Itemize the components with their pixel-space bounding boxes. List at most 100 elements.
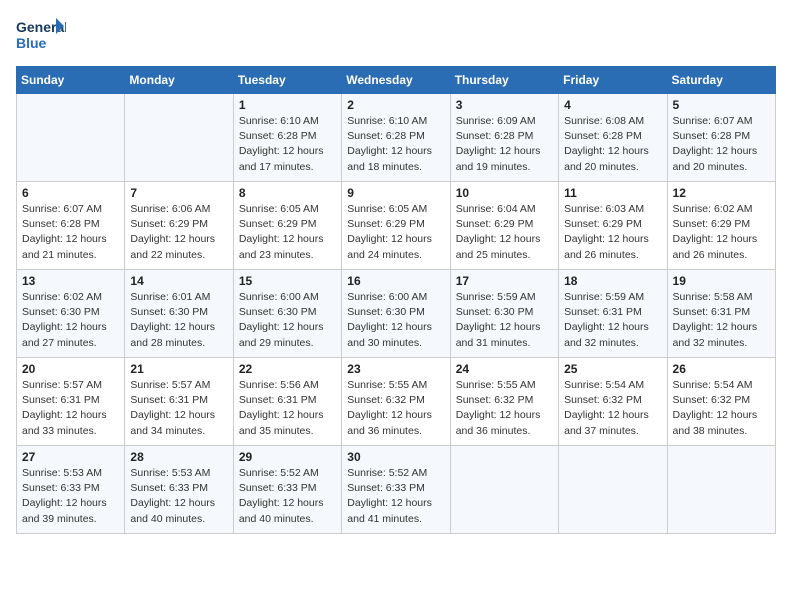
day-number: 1 (239, 98, 336, 112)
day-number: 3 (456, 98, 553, 112)
day-info: Sunrise: 5:53 AMSunset: 6:33 PMDaylight:… (130, 466, 227, 527)
calendar-table: SundayMondayTuesdayWednesdayThursdayFrid… (16, 66, 776, 534)
day-info: Sunrise: 5:59 AMSunset: 6:30 PMDaylight:… (456, 290, 553, 351)
day-info: Sunrise: 5:55 AMSunset: 6:32 PMDaylight:… (456, 378, 553, 439)
day-info: Sunrise: 6:00 AMSunset: 6:30 PMDaylight:… (239, 290, 336, 351)
day-info: Sunrise: 6:02 AMSunset: 6:29 PMDaylight:… (673, 202, 770, 263)
day-number: 16 (347, 274, 444, 288)
day-info: Sunrise: 5:52 AMSunset: 6:33 PMDaylight:… (239, 466, 336, 527)
calendar-cell: 27Sunrise: 5:53 AMSunset: 6:33 PMDayligh… (17, 446, 125, 534)
calendar-cell: 13Sunrise: 6:02 AMSunset: 6:30 PMDayligh… (17, 270, 125, 358)
day-info: Sunrise: 6:07 AMSunset: 6:28 PMDaylight:… (22, 202, 119, 263)
day-number: 24 (456, 362, 553, 376)
day-number: 22 (239, 362, 336, 376)
calendar-cell: 25 Sunrise: 5:54 AMSunset: 6:32 PMDayligh… (559, 358, 667, 446)
day-number: 23 (347, 362, 444, 376)
day-info: Sunrise: 5:54 AMSunset: 6:32 PMDaylight:… (564, 378, 661, 439)
day-number: 19 (673, 274, 770, 288)
calendar-day-header: Monday (125, 67, 233, 94)
calendar-cell: 22 Sunrise: 5:56 AMSunset: 6:31 PMDayligh… (233, 358, 341, 446)
calendar-cell: 9Sunrise: 6:05 AMSunset: 6:29 PMDaylight… (342, 182, 450, 270)
day-info: Sunrise: 6:07 AMSunset: 6:28 PMDaylight:… (673, 114, 770, 175)
day-info: Sunrise: 6:05 AMSunset: 6:29 PMDaylight:… (239, 202, 336, 263)
day-number: 27 (22, 450, 119, 464)
day-info: Sunrise: 5:59 AMSunset: 6:31 PMDaylight:… (564, 290, 661, 351)
calendar-cell (450, 446, 558, 534)
calendar-cell: 5 Sunrise: 6:07 AMSunset: 6:28 PMDaylight… (667, 94, 775, 182)
calendar-cell: 8 Sunrise: 6:05 AMSunset: 6:29 PMDaylight… (233, 182, 341, 270)
calendar-cell: 12 Sunrise: 6:02 AMSunset: 6:29 PMDayligh… (667, 182, 775, 270)
calendar-day-header: Friday (559, 67, 667, 94)
day-number: 10 (456, 186, 553, 200)
day-number: 17 (456, 274, 553, 288)
calendar-cell: 29Sunrise: 5:52 AMSunset: 6:33 PMDayligh… (233, 446, 341, 534)
day-info: Sunrise: 5:54 AMSunset: 6:32 PMDaylight:… (673, 378, 770, 439)
calendar-cell: 6 Sunrise: 6:07 AMSunset: 6:28 PMDaylight… (17, 182, 125, 270)
calendar-day-header: Tuesday (233, 67, 341, 94)
day-info: Sunrise: 6:09 AMSunset: 6:28 PMDaylight:… (456, 114, 553, 175)
day-info: Sunrise: 6:10 AMSunset: 6:28 PMDaylight:… (239, 114, 336, 175)
calendar-week-row: 27 Sunrise: 5:53 AMSunset: 6:33 PMDayligh… (17, 446, 776, 534)
day-number: 5 (673, 98, 770, 112)
calendar-week-row: 6 Sunrise: 6:07 AMSunset: 6:28 PMDaylight… (17, 182, 776, 270)
day-info: Sunrise: 6:10 AMSunset: 6:28 PMDaylight:… (347, 114, 444, 175)
calendar-cell (125, 94, 233, 182)
calendar-day-header: Sunday (17, 67, 125, 94)
day-number: 2 (347, 98, 444, 112)
day-number: 25 (564, 362, 661, 376)
logo-svg: General Blue (16, 16, 66, 54)
calendar-week-row: 1 Sunrise: 6:10 AMSunset: 6:28 PMDaylight… (17, 94, 776, 182)
day-info: Sunrise: 5:58 AMSunset: 6:31 PMDaylight:… (673, 290, 770, 351)
day-number: 30 (347, 450, 444, 464)
calendar-cell: 28 Sunrise: 5:53 AMSunset: 6:33 PMDayligh… (125, 446, 233, 534)
calendar-cell: 20 Sunrise: 5:57 AMSunset: 6:31 PMDayligh… (17, 358, 125, 446)
day-number: 20 (22, 362, 119, 376)
calendar-cell (667, 446, 775, 534)
day-number: 8 (239, 186, 336, 200)
day-info: Sunrise: 6:03 AMSunset: 6:29 PMDaylight:… (564, 202, 661, 263)
calendar-week-row: 20 Sunrise: 5:57 AMSunset: 6:31 PMDayligh… (17, 358, 776, 446)
day-info: Sunrise: 5:57 AMSunset: 6:31 PMDaylight:… (22, 378, 119, 439)
day-number: 9 (347, 186, 444, 200)
calendar-cell: 15Sunrise: 6:00 AMSunset: 6:30 PMDayligh… (233, 270, 341, 358)
day-number: 4 (564, 98, 661, 112)
calendar-cell: 19 Sunrise: 5:58 AMSunset: 6:31 PMDayligh… (667, 270, 775, 358)
calendar-cell: 7Sunrise: 6:06 AMSunset: 6:29 PMDaylight… (125, 182, 233, 270)
day-number: 12 (673, 186, 770, 200)
day-number: 18 (564, 274, 661, 288)
day-number: 28 (130, 450, 227, 464)
calendar-cell: 24 Sunrise: 5:55 AMSunset: 6:32 PMDayligh… (450, 358, 558, 446)
day-info: Sunrise: 5:57 AMSunset: 6:31 PMDaylight:… (130, 378, 227, 439)
calendar-cell: 23 Sunrise: 5:55 AMSunset: 6:32 PMDayligh… (342, 358, 450, 446)
calendar-cell: 26 Sunrise: 5:54 AMSunset: 6:32 PMDayligh… (667, 358, 775, 446)
day-info: Sunrise: 5:56 AMSunset: 6:31 PMDaylight:… (239, 378, 336, 439)
calendar-day-header: Thursday (450, 67, 558, 94)
calendar-cell: 21 Sunrise: 5:57 AMSunset: 6:31 PMDayligh… (125, 358, 233, 446)
calendar-cell: 17 Sunrise: 5:59 AMSunset: 6:30 PMDayligh… (450, 270, 558, 358)
day-info: Sunrise: 6:02 AMSunset: 6:30 PMDaylight:… (22, 290, 119, 351)
calendar-cell: 3 Sunrise: 6:09 AMSunset: 6:28 PMDaylight… (450, 94, 558, 182)
calendar-day-header: Wednesday (342, 67, 450, 94)
day-number: 26 (673, 362, 770, 376)
calendar-cell: 4Sunrise: 6:08 AMSunset: 6:28 PMDaylight… (559, 94, 667, 182)
calendar-cell (17, 94, 125, 182)
calendar-cell: 11 Sunrise: 6:03 AMSunset: 6:29 PMDayligh… (559, 182, 667, 270)
calendar-cell: 2 Sunrise: 6:10 AMSunset: 6:28 PMDaylight… (342, 94, 450, 182)
svg-text:Blue: Blue (16, 35, 47, 51)
day-info: Sunrise: 6:00 AMSunset: 6:30 PMDaylight:… (347, 290, 444, 351)
day-info: Sunrise: 6:04 AMSunset: 6:29 PMDaylight:… (456, 202, 553, 263)
calendar-week-row: 13Sunrise: 6:02 AMSunset: 6:30 PMDayligh… (17, 270, 776, 358)
logo: General Blue (16, 16, 66, 54)
day-number: 11 (564, 186, 661, 200)
day-number: 21 (130, 362, 227, 376)
calendar-cell: 14Sunrise: 6:01 AMSunset: 6:30 PMDayligh… (125, 270, 233, 358)
calendar-cell: 10 Sunrise: 6:04 AMSunset: 6:29 PMDayligh… (450, 182, 558, 270)
calendar-header-row: SundayMondayTuesdayWednesdayThursdayFrid… (17, 67, 776, 94)
day-info: Sunrise: 5:55 AMSunset: 6:32 PMDaylight:… (347, 378, 444, 439)
day-info: Sunrise: 5:52 AMSunset: 6:33 PMDaylight:… (347, 466, 444, 527)
day-info: Sunrise: 6:06 AMSunset: 6:29 PMDaylight:… (130, 202, 227, 263)
page-header: General Blue (16, 16, 776, 54)
calendar-cell: 18 Sunrise: 5:59 AMSunset: 6:31 PMDayligh… (559, 270, 667, 358)
calendar-day-header: Saturday (667, 67, 775, 94)
day-number: 6 (22, 186, 119, 200)
